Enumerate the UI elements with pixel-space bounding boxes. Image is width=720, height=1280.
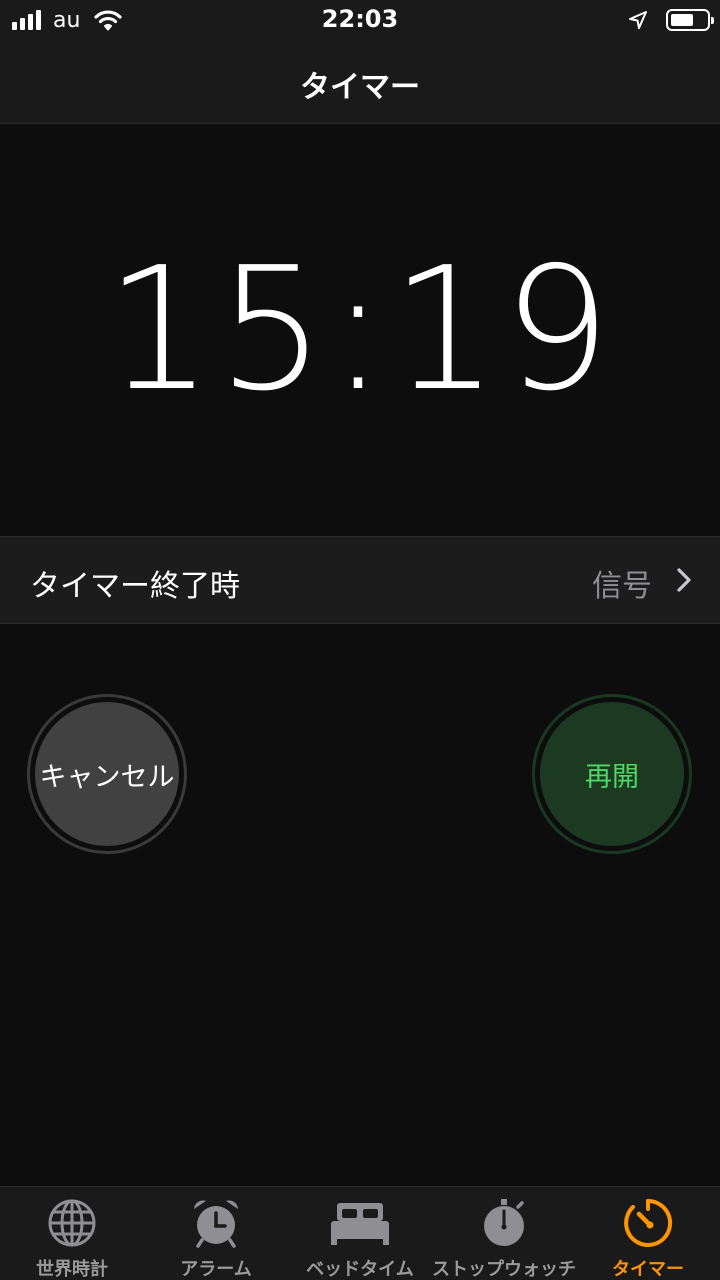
location-arrow-icon <box>629 11 647 29</box>
cancel-button-label: キャンセル <box>35 702 179 846</box>
chevron-right-icon <box>677 568 691 592</box>
tab-bar: 世界時計 アラーム ベッドタイム ストップウォッチ タイマー <box>0 1186 720 1280</box>
timer-screen: au 22:03 タイマー 15:19 タイマー終了時 信号 キャンセル 再開 … <box>0 0 720 1280</box>
ringtone-value: 信号 <box>592 569 652 604</box>
timer-icon <box>622 1197 674 1249</box>
tab-stopwatch[interactable]: ストップウォッチ <box>432 1187 576 1280</box>
tab-label: ベッドタイム <box>306 1259 414 1280</box>
resume-button-label: 再開 <box>540 702 684 846</box>
battery-icon <box>666 9 714 31</box>
tab-label: 世界時計 <box>36 1259 108 1280</box>
tab-label: ストップウォッチ <box>432 1259 576 1280</box>
globe-icon <box>46 1197 98 1249</box>
tab-bedtime[interactable]: ベッドタイム <box>288 1187 432 1280</box>
navigation-bar: タイマー <box>0 40 720 124</box>
status-bar: au 22:03 <box>0 0 720 40</box>
cancel-button[interactable]: キャンセル <box>27 694 187 854</box>
stopwatch-icon <box>478 1197 530 1249</box>
timer-countdown: 15:19 <box>105 231 615 429</box>
tab-world-clock[interactable]: 世界時計 <box>0 1187 144 1280</box>
tab-timer[interactable]: タイマー <box>576 1187 720 1280</box>
page-title: タイマー <box>300 70 420 105</box>
battery-level-fill <box>671 14 693 26</box>
bed-icon <box>329 1197 391 1249</box>
tab-label: アラーム <box>180 1259 252 1280</box>
battery-tip <box>711 17 714 24</box>
resume-button[interactable]: 再開 <box>532 694 692 854</box>
when-timer-ends-label: タイマー終了時 <box>30 569 240 604</box>
tab-alarm[interactable]: アラーム <box>144 1187 288 1280</box>
tab-label: タイマー <box>612 1259 684 1280</box>
status-right <box>628 8 714 32</box>
when-timer-ends-row[interactable]: タイマー終了時 信号 <box>0 536 720 624</box>
status-time: 22:03 <box>321 5 399 33</box>
alarm-clock-icon <box>190 1197 242 1249</box>
